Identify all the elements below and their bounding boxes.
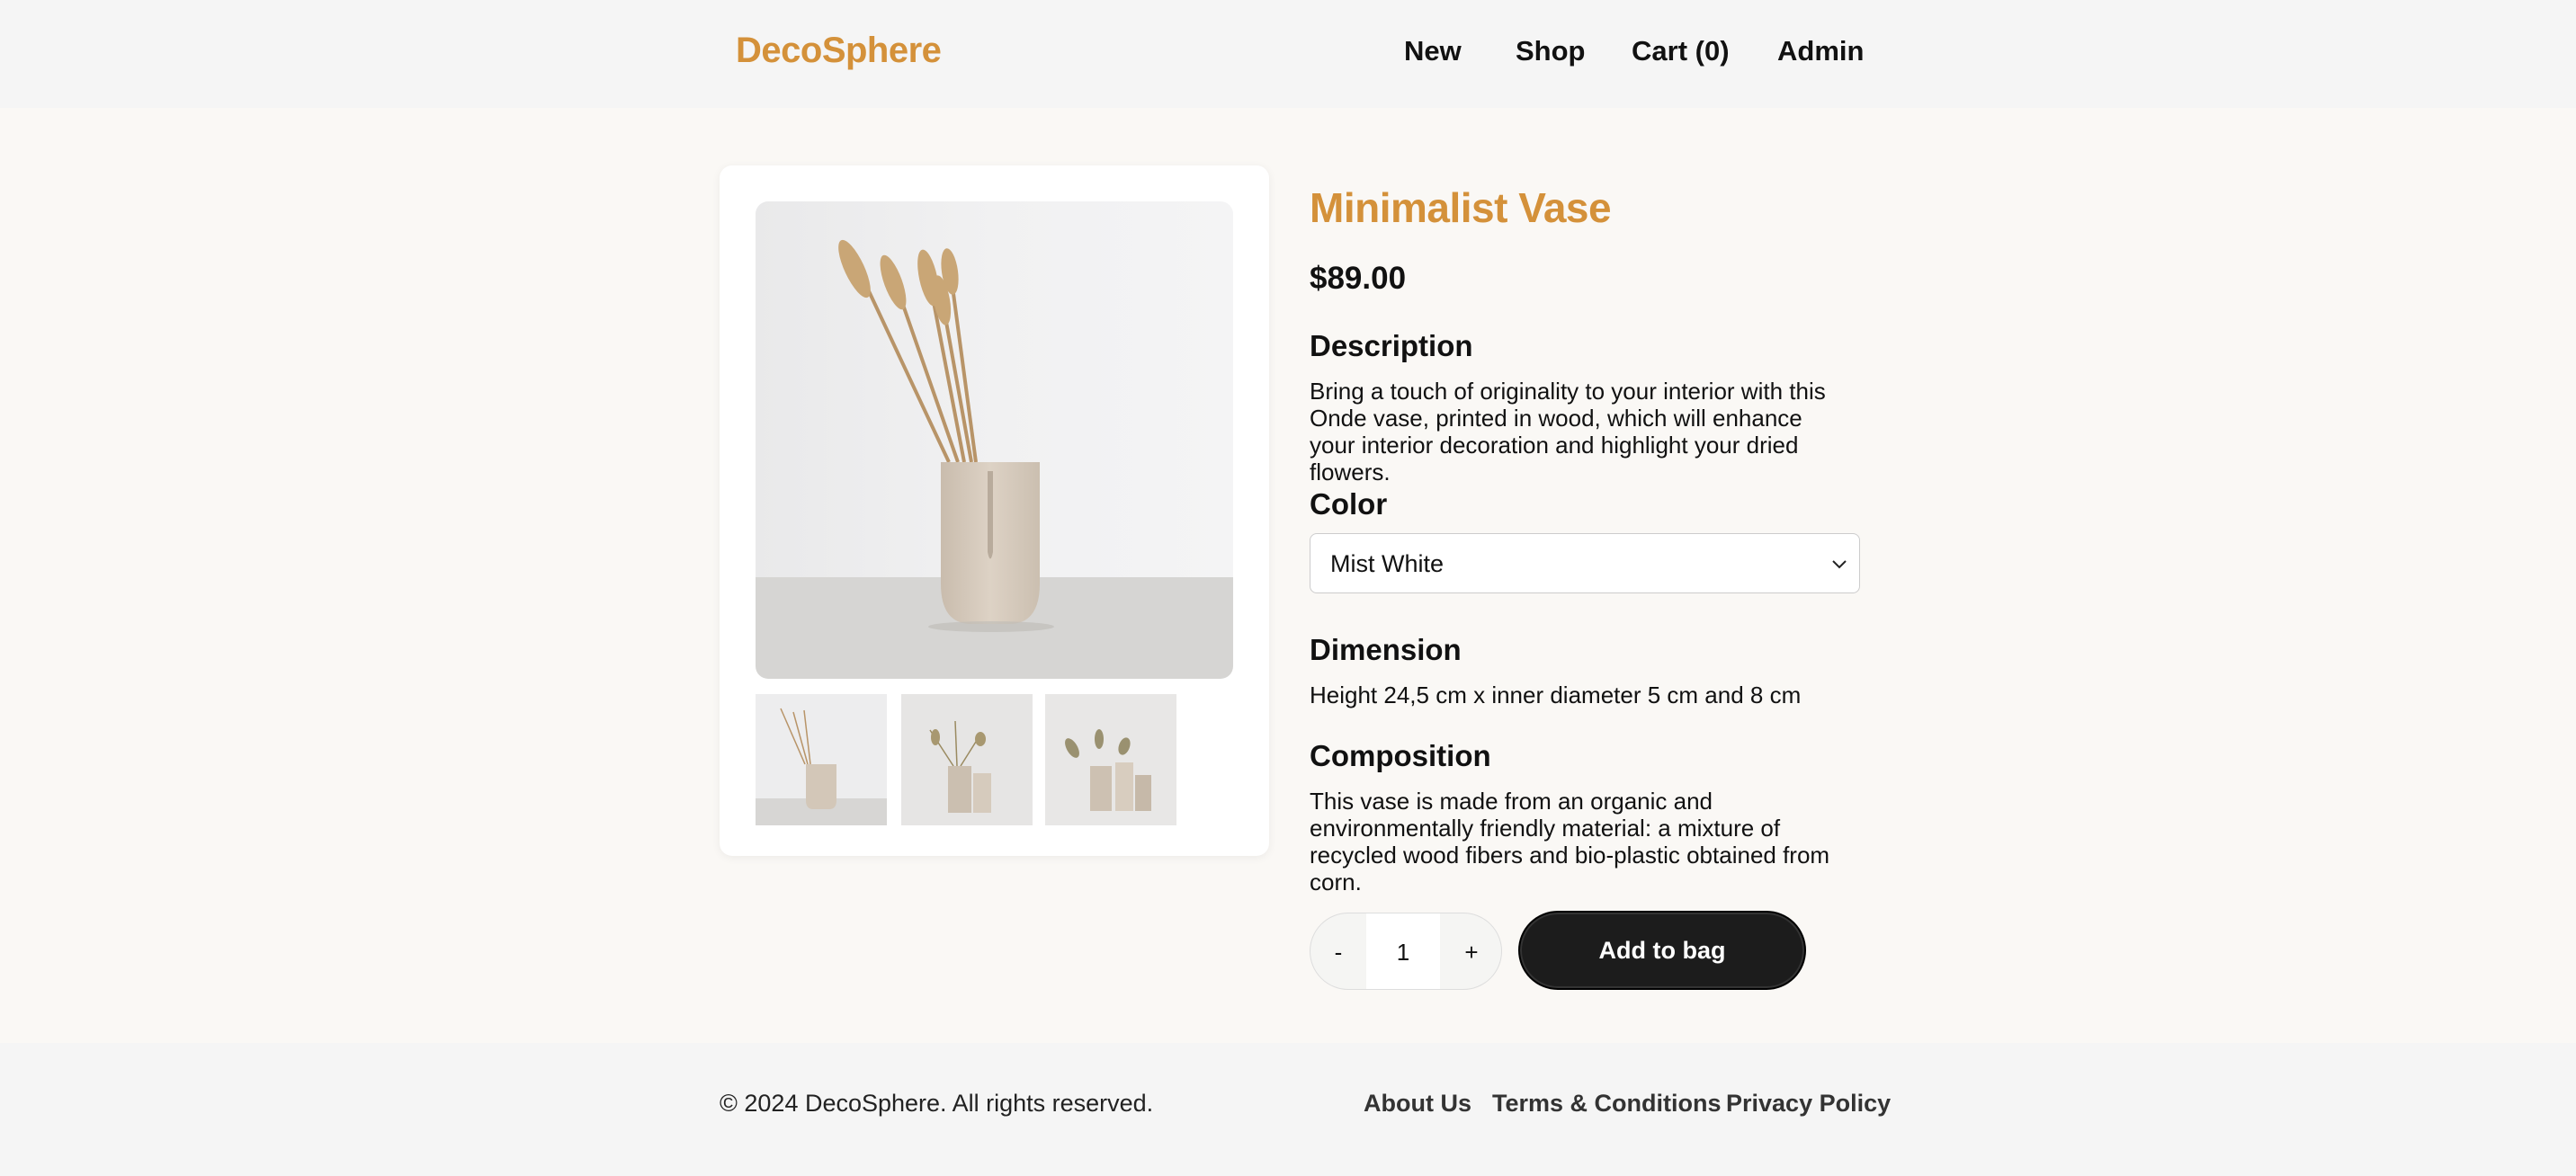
- site-footer: © 2024 DecoSphere. All rights reserved. …: [0, 1043, 2576, 1176]
- decrease-quantity-button[interactable]: -: [1310, 913, 1366, 989]
- nav-shop[interactable]: Shop: [1516, 35, 1586, 67]
- add-to-bag-button[interactable]: Add to bag: [1518, 911, 1806, 990]
- composition-text: This vase is made from an organic and en…: [1310, 788, 1830, 895]
- main-product-image: [756, 201, 1233, 679]
- dimension-text: Height 24,5 cm x inner diameter 5 cm and…: [1310, 682, 1802, 708]
- footer-link-privacy[interactable]: Privacy Policy: [1726, 1090, 1891, 1118]
- thumbnail-3[interactable]: [1045, 694, 1176, 825]
- increase-quantity-button[interactable]: +: [1440, 913, 1501, 989]
- dimension-heading: Dimension: [1310, 633, 1462, 666]
- footer-link-about[interactable]: About Us: [1364, 1090, 1471, 1118]
- footer-link-terms[interactable]: Terms & Conditions: [1492, 1090, 1722, 1118]
- copyright-text: © 2024 DecoSphere. All rights reserved.: [720, 1090, 1154, 1117]
- composition-heading: Composition: [1310, 739, 1491, 772]
- site-header: DecoSphere New Shop Cart (0) Admin: [0, 0, 2576, 108]
- color-heading: Color: [1310, 487, 1388, 521]
- product-gallery: [720, 165, 1269, 856]
- description-text: Bring a touch of originality to your int…: [1310, 378, 1826, 486]
- thumbnail-2[interactable]: [901, 694, 1033, 825]
- quantity-input[interactable]: 1: [1366, 913, 1440, 989]
- nav-admin[interactable]: Admin: [1777, 35, 1864, 67]
- product-title: Minimalist Vase: [1310, 184, 1612, 231]
- site-logo[interactable]: DecoSphere: [736, 31, 942, 71]
- description-heading: Description: [1310, 329, 1473, 362]
- chevron-down-icon: [1832, 560, 1847, 569]
- nav-cart[interactable]: Cart (0): [1632, 35, 1730, 67]
- color-select[interactable]: Mist White: [1310, 533, 1860, 593]
- nav-new[interactable]: New: [1404, 35, 1462, 67]
- quantity-stepper: - 1 +: [1310, 913, 1502, 990]
- product-price: $89.00: [1310, 261, 1407, 296]
- color-select-value: Mist White: [1330, 550, 1445, 577]
- thumbnail-1[interactable]: [756, 694, 887, 825]
